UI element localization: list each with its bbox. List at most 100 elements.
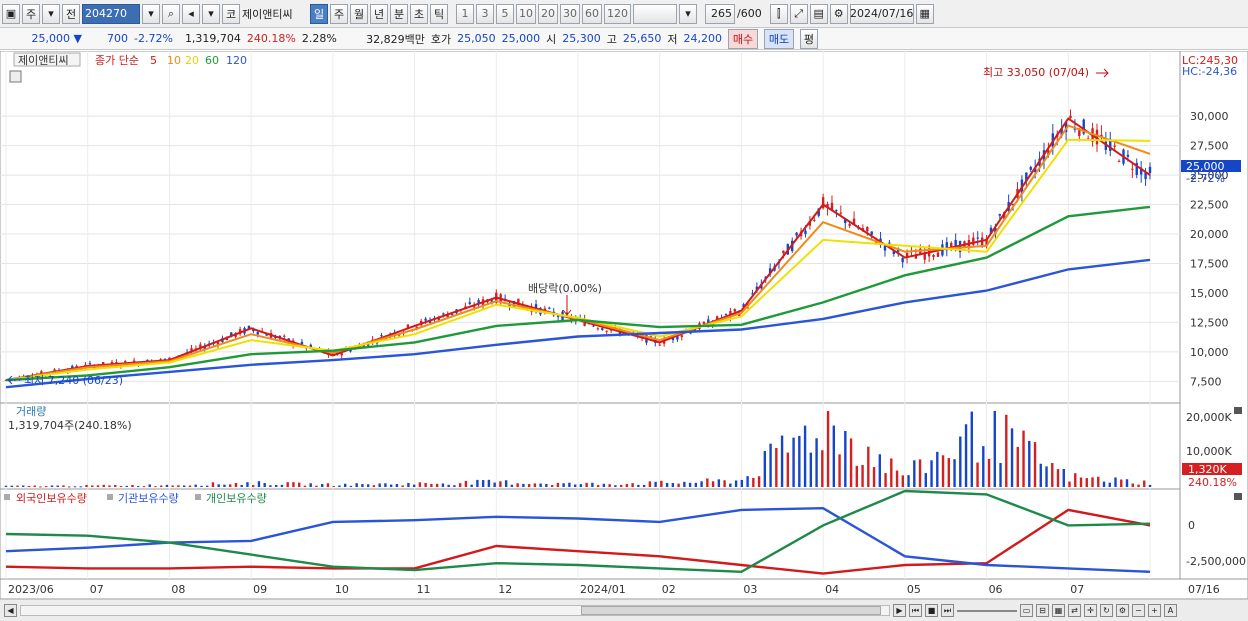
volume-bar — [22, 485, 25, 487]
x-axis-label: 02 — [662, 583, 676, 596]
interval-3[interactable]: 3 — [476, 3, 494, 24]
volume-bar — [366, 484, 370, 487]
interval-20[interactable]: 20 — [538, 3, 558, 24]
volume-bar — [734, 480, 738, 487]
grid-icon[interactable]: ▦ — [1052, 604, 1065, 617]
market-select[interactable]: 주 — [22, 3, 40, 24]
interval-1[interactable]: 1 — [456, 3, 474, 24]
gear-icon[interactable]: ⚙ — [829, 3, 848, 24]
zoom-out-icon[interactable]: − — [1132, 604, 1145, 617]
interval-dropdown-icon[interactable]: ▾ — [679, 3, 697, 24]
tab-second[interactable]: 초 — [410, 3, 428, 24]
draw-tool-icon[interactable]: ⤢ — [789, 3, 808, 24]
candle-body — [888, 242, 891, 244]
market-dropdown-icon[interactable]: ▾ — [42, 3, 60, 24]
volume-bar — [890, 458, 893, 487]
volume-bar — [654, 481, 657, 487]
interval-120[interactable]: 120 — [604, 3, 631, 24]
zoom-slider[interactable] — [957, 609, 1017, 612]
price-change-pct: -2.72% — [134, 32, 173, 45]
custom-interval-input[interactable] — [633, 3, 677, 24]
tab-week[interactable]: 주 — [330, 3, 348, 24]
speaker-icon[interactable]: ◂ — [182, 3, 200, 24]
window-icon[interactable]: ▭ — [1020, 604, 1033, 617]
settings-icon[interactable]: ⚙ — [1116, 604, 1129, 617]
volume-bar — [142, 486, 146, 488]
volume-bar — [1051, 463, 1054, 487]
tab-minute[interactable]: 분 — [390, 3, 408, 24]
chart-area[interactable]: 제이앤티씨 종가 단순 5 10 20 60 120 30,00027,5002… — [0, 51, 1248, 599]
candle-body — [932, 255, 935, 257]
price-tick-label: 15,000 — [1190, 287, 1229, 300]
candle-body — [835, 209, 838, 211]
scroll-right-icon[interactable]: ▶ — [893, 604, 906, 617]
prev-button[interactable]: 전 — [62, 3, 80, 24]
auto-scale-icon[interactable]: A — [1164, 604, 1177, 617]
holdings-panel-close-icon[interactable] — [1234, 493, 1242, 500]
interval-5[interactable]: 5 — [496, 3, 514, 24]
count-input[interactable]: 265 — [705, 3, 735, 24]
volume-bar — [660, 480, 663, 487]
x-axis-label: 2023/06 — [8, 583, 54, 596]
stock-code-input[interactable]: 204270 — [82, 3, 140, 24]
volume-bar — [91, 485, 94, 487]
volume-bar — [568, 482, 571, 487]
x-axis-label: 12 — [498, 583, 512, 596]
interval-30[interactable]: 30 — [560, 3, 580, 24]
scroll-left-icon[interactable]: ◀ — [4, 604, 17, 617]
tab-year[interactable]: 년 — [370, 3, 388, 24]
price-panel[interactable] — [0, 51, 1181, 404]
tab-day[interactable]: 일 — [310, 3, 328, 24]
co-button[interactable]: 코 — [222, 3, 240, 24]
rotate-icon[interactable]: ↻ — [1100, 604, 1113, 617]
eval-button[interactable]: 평 — [799, 28, 818, 49]
volume-bar — [769, 443, 772, 487]
volume-bar — [619, 484, 623, 487]
volume-current-pct: 240.18% — [1188, 476, 1237, 489]
speaker-dropdown-icon[interactable]: ▾ — [202, 3, 220, 24]
volume-bar — [941, 455, 945, 487]
volume-bar — [165, 484, 169, 487]
sell-button[interactable]: 매도 — [763, 28, 794, 49]
volume-bar — [200, 485, 203, 487]
volume-bar — [4, 485, 8, 487]
volume-tick-20000k: 20,000K — [1186, 411, 1232, 424]
horizontal-scrollbar[interactable] — [20, 605, 890, 616]
compare-icon[interactable]: ⇄ — [1068, 604, 1081, 617]
candle-body — [724, 313, 728, 315]
zoom-in-icon[interactable]: + — [1148, 604, 1161, 617]
layout-icon[interactable]: ▣ — [2, 3, 20, 24]
crosshair-icon[interactable]: ✛ — [1084, 604, 1097, 617]
volume-bar — [418, 482, 422, 487]
save-icon[interactable]: ▤ — [809, 3, 828, 24]
candle-body — [804, 230, 807, 235]
volume-bar — [642, 484, 646, 487]
buy-button[interactable]: 매수 — [727, 28, 758, 49]
volume-panel[interactable] — [0, 402, 1181, 490]
volume: 1,319,704 — [184, 32, 241, 45]
volume-bar — [516, 483, 519, 487]
split-icon[interactable]: ⊟ — [1036, 604, 1049, 617]
rewind-icon[interactable]: ⏮ — [909, 604, 922, 617]
scroll-thumb[interactable] — [581, 606, 881, 615]
date-input[interactable]: 2024/07/16 — [849, 3, 914, 24]
calendar-icon[interactable]: ▦ — [915, 3, 934, 24]
code-dropdown-icon[interactable]: ▾ — [142, 3, 160, 24]
tab-tick[interactable]: 틱 — [430, 3, 448, 24]
table-icon[interactable] — [9, 70, 22, 83]
volume-bar — [953, 459, 956, 487]
high-price: 25,650 — [622, 32, 662, 45]
volume-bar — [1102, 481, 1106, 487]
volume-bar — [229, 484, 232, 487]
stop-icon[interactable]: ■ — [925, 604, 938, 617]
tab-month[interactable]: 월 — [350, 3, 368, 24]
candle-icon[interactable]: ⫿ — [769, 3, 788, 24]
search-icon[interactable]: ⌕ — [162, 3, 180, 24]
volume-bar — [274, 484, 278, 487]
volume-bar — [792, 437, 795, 487]
volume-panel-close-icon[interactable] — [1234, 407, 1242, 414]
price-tick-label: 30,000 — [1190, 110, 1229, 123]
fast-forward-icon[interactable]: ⏭ — [941, 604, 954, 617]
interval-10[interactable]: 10 — [516, 3, 536, 24]
interval-60[interactable]: 60 — [582, 3, 602, 24]
